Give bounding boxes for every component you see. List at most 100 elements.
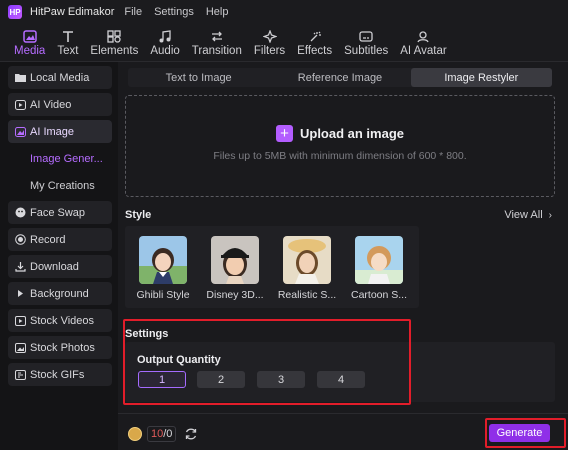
refresh-icon[interactable] xyxy=(184,427,198,441)
view-all-link[interactable]: View All › xyxy=(504,209,552,221)
upload-hint: Files up to 5MB with minimum dimension o… xyxy=(213,149,467,162)
text-icon xyxy=(60,29,76,43)
style-option-name: Cartoon S... xyxy=(350,289,408,301)
settings-highlight-box xyxy=(123,319,411,405)
audio-icon xyxy=(157,29,173,43)
sidebar-item-label: Stock Videos xyxy=(30,314,95,327)
stock-videos-icon xyxy=(14,315,26,327)
style-option-cartoon[interactable]: Cartoon S... xyxy=(347,236,411,301)
app-logo: HP xyxy=(8,5,22,19)
menu-settings[interactable]: Settings xyxy=(154,6,194,18)
upload-header: + Upload an image xyxy=(275,124,405,142)
upload-dropzone[interactable]: + Upload an image Files up to 5MB with m… xyxy=(125,95,555,197)
tab-audio-label: Audio xyxy=(150,45,180,57)
sidebar-item-face-swap[interactable]: Face Swap xyxy=(8,201,112,224)
sidebar-item-label: AI Image xyxy=(30,125,75,138)
style-option-realistic[interactable]: Realistic S... xyxy=(275,236,339,301)
folder-icon xyxy=(14,72,26,84)
credits-area: 10/0 xyxy=(128,426,198,442)
sidebar-item-record[interactable]: Record xyxy=(8,228,112,251)
tab-ai-avatar-label: AI Avatar xyxy=(400,45,447,57)
tab-subtitles[interactable]: Subtitles xyxy=(338,23,394,61)
style-thumbnail xyxy=(139,236,187,284)
filters-icon xyxy=(262,29,278,43)
tab-effects-label: Effects xyxy=(297,45,333,57)
sidebar-item-label: AI Video xyxy=(30,98,72,111)
sidebar-item-label: Stock Photos xyxy=(30,341,95,354)
elements-icon xyxy=(106,29,122,43)
tab-text-to-image[interactable]: Text to Image xyxy=(128,68,269,87)
sidebar-item-download[interactable]: Download xyxy=(8,255,112,278)
sidebar-item-ai-image[interactable]: AI Image xyxy=(8,120,112,143)
sidebar-item-label: Face Swap xyxy=(30,206,86,219)
sidebar-item-label: Record xyxy=(30,233,66,246)
download-icon xyxy=(14,261,26,273)
ai-image-icon xyxy=(14,126,26,138)
style-option-name: Ghibli Style xyxy=(136,289,190,301)
credit-counter: 10/0 xyxy=(147,426,177,442)
tab-filters[interactable]: Filters xyxy=(248,23,291,61)
tab-audio[interactable]: Audio xyxy=(144,23,185,61)
style-option-name: Realistic S... xyxy=(277,289,337,301)
record-icon xyxy=(14,234,26,246)
view-all-label: View All xyxy=(504,209,543,221)
style-thumbnail xyxy=(355,236,403,284)
style-thumbnail xyxy=(211,236,259,284)
tab-media[interactable]: Media xyxy=(8,23,51,61)
tab-reference-image[interactable]: Reference Image xyxy=(269,68,410,87)
main-panel: Text to Image Reference Image Image Rest… xyxy=(118,62,568,450)
stock-gifs-icon xyxy=(14,369,26,381)
tab-effects[interactable]: Effects xyxy=(291,23,338,61)
sidebar-subitem-label: Image Gener... xyxy=(30,152,103,165)
menu-file[interactable]: File xyxy=(124,6,142,18)
generate-highlight-box xyxy=(485,418,566,448)
tab-image-restyler[interactable]: Image Restyler xyxy=(410,68,552,87)
sidebar-subitem-my-creations[interactable]: My Creations xyxy=(8,174,112,197)
main-toolbar: Media Text Elements Audio Transition Fil… xyxy=(0,24,568,62)
upload-title: Upload an image xyxy=(299,125,405,141)
effects-icon xyxy=(307,29,323,43)
menu-help[interactable]: Help xyxy=(206,6,229,18)
ai-avatar-icon xyxy=(415,29,431,43)
credits-used: 10 xyxy=(151,428,164,440)
style-option-ghibli[interactable]: Ghibli Style xyxy=(131,236,195,301)
tab-transition[interactable]: Transition xyxy=(186,23,248,61)
face-swap-icon xyxy=(14,207,26,219)
tab-ai-avatar[interactable]: AI Avatar xyxy=(394,23,452,61)
transition-icon xyxy=(209,29,225,43)
sidebar-item-label: Stock GIFs xyxy=(30,368,85,381)
sidebar-item-label: Local Media xyxy=(30,71,90,84)
sidebar-item-stock-photos[interactable]: Stock Photos xyxy=(8,336,112,359)
tab-media-label: Media xyxy=(14,45,46,57)
app-name: HitPaw Edimakor xyxy=(30,6,115,18)
sidebar: Local Media AI Video AI Image Image Gene… xyxy=(0,62,118,450)
background-icon xyxy=(14,288,26,300)
sidebar-item-label: Background xyxy=(30,287,89,300)
sidebar-item-stock-videos[interactable]: Stock Videos xyxy=(8,309,112,332)
tab-transition-label: Transition xyxy=(191,45,242,57)
tab-elements-label: Elements xyxy=(90,45,139,57)
style-thumbnail xyxy=(283,236,331,284)
media-icon xyxy=(22,29,38,43)
style-option-name: Disney 3D... xyxy=(206,289,264,301)
tab-text-label: Text xyxy=(57,45,79,57)
mode-tabs: Text to Image Reference Image Image Rest… xyxy=(128,68,552,87)
title-bar: HP HitPaw Edimakor File Settings Help xyxy=(0,0,568,24)
ai-video-icon xyxy=(14,99,26,111)
coin-icon xyxy=(128,427,142,441)
sidebar-item-stock-gifs[interactable]: Stock GIFs xyxy=(8,363,112,386)
sidebar-item-ai-video[interactable]: AI Video xyxy=(8,93,112,116)
sidebar-item-local-media[interactable]: Local Media xyxy=(8,66,112,89)
tab-text[interactable]: Text xyxy=(51,23,84,61)
chevron-right-icon: › xyxy=(548,209,552,221)
subtitles-icon xyxy=(358,29,374,43)
style-section-title: Style xyxy=(125,209,152,221)
credits-total: /0 xyxy=(163,428,173,440)
tab-filters-label: Filters xyxy=(253,45,286,57)
sidebar-item-label: Download xyxy=(30,260,79,273)
stock-photos-icon xyxy=(14,342,26,354)
tab-elements[interactable]: Elements xyxy=(84,23,144,61)
style-option-disney-3d[interactable]: Disney 3D... xyxy=(203,236,267,301)
sidebar-subitem-image-generator[interactable]: Image Gener... xyxy=(8,147,112,170)
sidebar-item-background[interactable]: Background xyxy=(8,282,112,305)
